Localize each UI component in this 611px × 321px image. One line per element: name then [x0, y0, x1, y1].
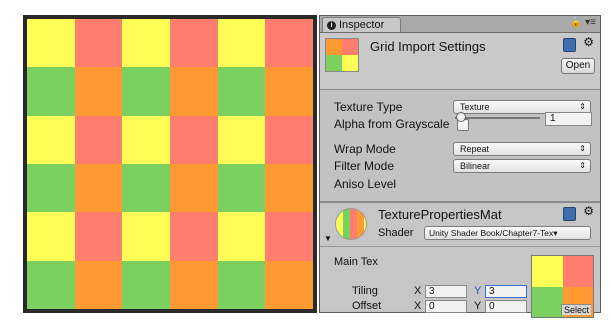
offset-x-axis: X	[414, 300, 422, 312]
grid-cell	[74, 67, 123, 116]
shader-value: Unity Shader Book/Chapter7-Tex	[429, 228, 554, 238]
help-book-icon[interactable]	[563, 38, 576, 52]
grid-cell	[170, 19, 218, 68]
thumb-cell	[342, 55, 358, 71]
info-icon: i	[327, 20, 336, 30]
main-tex-label: Main Tex	[334, 256, 378, 268]
material-name: TexturePropertiesMat	[378, 207, 502, 222]
grid-cell	[122, 67, 170, 116]
dropdown-arrows-icon: ⇕	[579, 161, 586, 170]
grid-cell	[265, 212, 313, 261]
grid-cell	[217, 67, 266, 116]
grid-cell	[27, 19, 75, 68]
lock-icon[interactable]: 🔒 ▾≡	[570, 17, 596, 28]
tiling-y-axis: Y	[474, 285, 482, 297]
aniso-slider-knob[interactable]	[456, 112, 466, 122]
filter-mode-label: Filter Mode	[334, 159, 395, 173]
grid-cell	[170, 115, 218, 164]
tab-label: Inspector	[339, 19, 385, 31]
wrap-mode-label: Wrap Mode	[334, 142, 396, 156]
dropdown-arrow-icon: ▾	[553, 228, 558, 238]
thumb-cell	[562, 256, 593, 287]
grid-cell	[265, 115, 313, 164]
grid-cell	[217, 260, 266, 309]
thumb-cell	[326, 55, 342, 71]
inspector-panel: i Inspector 🔒 ▾≡ Grid Import Settings ⚙ O…	[319, 15, 601, 318]
grid-cell	[217, 163, 266, 213]
shader-label: Shader	[378, 227, 414, 239]
offset-y-axis: Y	[474, 300, 482, 312]
foldout-arrow-icon[interactable]: ▼	[324, 234, 332, 243]
inspector-tabbar: i Inspector 🔒 ▾≡	[320, 16, 600, 33]
grid-cell	[170, 212, 218, 261]
checker-grid	[27, 19, 313, 309]
gear-icon[interactable]: ⚙	[583, 204, 594, 218]
thumb-cell	[326, 39, 342, 55]
grid-cell	[122, 115, 170, 164]
tiling-x-field[interactable]: 3	[425, 285, 467, 298]
grid-cell	[74, 115, 123, 164]
thumb-cell	[342, 39, 358, 55]
grid-cell	[170, 67, 218, 116]
import-settings-header: Grid Import Settings ⚙ Open	[320, 33, 600, 90]
grid-cell	[217, 212, 266, 261]
texture-type-value: Texture	[460, 102, 490, 112]
divider	[320, 246, 600, 247]
offset-y-field[interactable]: 0	[485, 300, 527, 313]
grid-cell	[27, 67, 75, 116]
grid-cell	[74, 163, 123, 213]
grid-cell	[265, 163, 313, 213]
grid-cell	[74, 260, 123, 309]
grid-cell	[217, 19, 266, 68]
open-button[interactable]: Open	[561, 58, 595, 74]
filter-mode-dropdown[interactable]: Bilinear ⇕	[453, 159, 591, 173]
grid-cell	[122, 163, 170, 213]
material-preview-sphere	[335, 208, 367, 240]
aniso-level-label: Aniso Level	[334, 177, 397, 191]
aniso-level-field[interactable]: 1	[545, 112, 592, 126]
tab-inspector[interactable]: i Inspector	[322, 17, 402, 32]
texture-preview	[23, 15, 317, 313]
grid-cell	[217, 115, 266, 164]
grid-cell	[265, 19, 313, 68]
grid-cell	[122, 19, 170, 68]
thumb-cell	[532, 286, 563, 317]
dropdown-arrows-icon: ⇕	[579, 144, 586, 153]
grid-cell	[74, 212, 123, 261]
grid-cell	[27, 212, 75, 261]
texture-thumbnail	[325, 38, 359, 72]
offset-label: Offset	[352, 300, 382, 312]
tiling-x-axis: X	[414, 285, 422, 297]
grid-cell	[122, 260, 170, 309]
alpha-grayscale-label: Alpha from Grayscale	[334, 117, 450, 131]
shader-dropdown[interactable]: Unity Shader Book/Chapter7-Tex▾	[424, 226, 591, 240]
offset-x-field[interactable]: 0	[425, 300, 467, 313]
tiling-label: Tiling	[352, 285, 378, 297]
tiling-y-field[interactable]: 3	[485, 285, 527, 298]
wrap-mode-dropdown[interactable]: Repeat ⇕	[453, 142, 591, 156]
grid-cell	[265, 67, 313, 116]
grid-cell	[170, 260, 218, 309]
help-book-icon[interactable]	[563, 207, 576, 221]
select-button[interactable]: Select	[561, 304, 592, 315]
grid-cell	[27, 260, 75, 309]
grid-cell	[27, 115, 75, 164]
wrap-mode-value: Repeat	[460, 144, 490, 154]
import-settings-title: Grid Import Settings	[370, 39, 486, 54]
aniso-slider-track[interactable]	[455, 117, 540, 119]
texture-properties: Texture Type Texture ⇕ Alpha from Graysc…	[320, 90, 600, 203]
grid-cell	[27, 163, 75, 213]
texture-type-label: Texture Type	[334, 100, 403, 114]
grid-cell	[122, 212, 170, 261]
grid-cell	[265, 260, 313, 309]
filter-mode-value: Bilinear	[460, 161, 491, 171]
grid-cell	[74, 19, 123, 68]
thumb-cell	[532, 256, 563, 287]
material-section: ▼ TexturePropertiesMat Shader Unity Shad…	[320, 203, 600, 318]
grid-cell	[170, 163, 218, 213]
gear-icon[interactable]: ⚙	[583, 35, 594, 49]
